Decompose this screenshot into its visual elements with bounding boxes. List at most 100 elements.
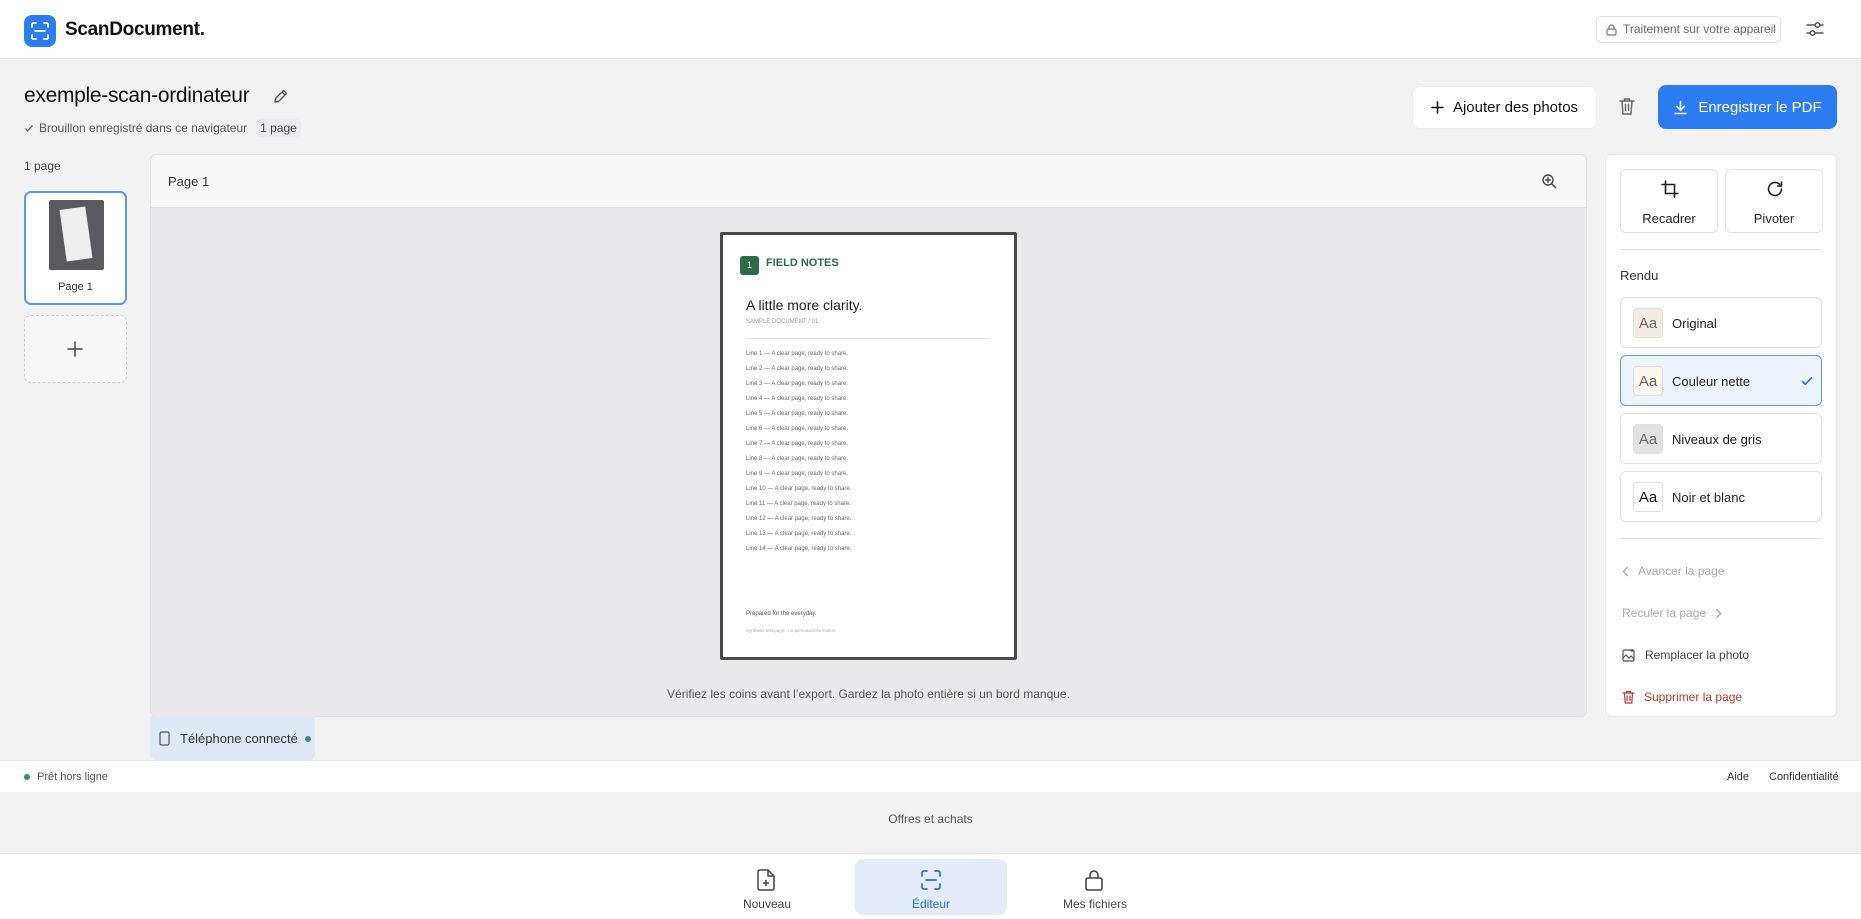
- brand-name: ScanDocument.: [65, 19, 205, 40]
- pencil-edit-icon[interactable]: [273, 88, 289, 109]
- scan-subtitle: SAMPLE DOCUMENT / 01: [746, 319, 819, 325]
- check-icon: [1801, 376, 1813, 386]
- new-document-icon: [757, 869, 775, 891]
- save-pdf-button[interactable]: Enregistrer le PDF: [1658, 85, 1837, 129]
- chevron-left-icon: [1622, 566, 1629, 576]
- tools-panel: Recadrer Pivoter Rendu Aa Original Aa Co…: [1605, 154, 1837, 717]
- phone-icon: [159, 731, 170, 746]
- scan-line: Line 2 — A clear page, ready to share.: [746, 366, 849, 372]
- connection-status-dot: [305, 736, 311, 742]
- add-photos-button[interactable]: Ajouter des photos: [1412, 86, 1597, 129]
- scan-line: Line 12 — A clear page, ready to share.: [746, 516, 852, 522]
- save-pdf-label: Enregistrer le PDF: [1698, 98, 1822, 116]
- render-preview-swatch: Aa: [1633, 366, 1663, 396]
- render-option-label: Couleur nette: [1672, 374, 1751, 389]
- phone-connected-label: Téléphone connecté: [180, 731, 298, 746]
- nav-new[interactable]: Nouveau: [691, 859, 843, 915]
- scan-frame-icon: [921, 870, 941, 890]
- scan-line: Line 1 — A clear page, ready to share.: [746, 351, 849, 357]
- page-thumbnail-label: Page 1: [58, 281, 93, 293]
- nav-new-label: Nouveau: [742, 897, 792, 911]
- rotate-label: Pivoter: [1753, 211, 1795, 226]
- scan-footer: Prepared for the everyday.: [746, 611, 817, 617]
- device-badge-text: Traitement sur votre appareil: [1623, 22, 1776, 36]
- offline-ready-status: Prêt hors ligne: [37, 771, 108, 783]
- scan-line: Line 14 — A clear page, ready to share.: [746, 546, 852, 552]
- trash-icon[interactable]: [1618, 96, 1638, 118]
- move-page-back-button[interactable]: Reculer la page: [1622, 606, 1731, 620]
- render-option-original[interactable]: Aa Original: [1620, 297, 1822, 348]
- render-option-label: Original: [1672, 316, 1717, 331]
- scan-line: Line 7 — A clear page, ready to share.: [746, 441, 849, 447]
- render-preview-swatch: Aa: [1633, 424, 1663, 454]
- nav-my-files-label: Mes fichiers: [1062, 897, 1127, 911]
- render-option-grayscale[interactable]: Aa Niveaux de gris: [1620, 413, 1822, 464]
- nav-my-files[interactable]: Mes fichiers: [1019, 859, 1171, 915]
- render-option-label: Niveaux de gris: [1672, 432, 1762, 447]
- plus-icon: [67, 341, 83, 357]
- page-count-pill: 1 page: [256, 119, 301, 137]
- add-page-button[interactable]: [24, 315, 127, 383]
- replace-photo-label: Remplacer la photo: [1645, 648, 1750, 662]
- render-option-sharp-color[interactable]: Aa Couleur nette: [1620, 355, 1822, 406]
- nav-editor[interactable]: Éditeur: [855, 859, 1007, 915]
- delete-page-label: Supprimer la page: [1644, 690, 1743, 704]
- page-thumbnail[interactable]: Page 1: [24, 191, 127, 305]
- nav-editor-label: Éditeur: [911, 897, 951, 911]
- check-icon: [25, 125, 34, 132]
- scan-logo-icon: [24, 15, 56, 47]
- crop-icon: [1661, 180, 1679, 198]
- phone-connected-chip[interactable]: Téléphone connecté: [150, 716, 315, 760]
- render-section-title: Rendu: [1620, 268, 1659, 283]
- crop-button[interactable]: Recadrer: [1620, 169, 1718, 233]
- scan-heading: A little more clarity.: [746, 297, 863, 313]
- chevron-right-icon: [1716, 608, 1722, 618]
- zoom-in-icon[interactable]: [1541, 173, 1557, 194]
- scan-footnote: Synthetic test page · no personal inform…: [746, 628, 836, 633]
- draft-status-text: Brouillon enregistré dans ce navigateur: [39, 121, 248, 135]
- plus-icon: [1431, 101, 1444, 114]
- privacy-link[interactable]: Confidentialité: [1769, 771, 1839, 783]
- scan-divider: [746, 338, 990, 339]
- scan-line: Line 6 — A clear page, ready to share.: [746, 426, 849, 432]
- render-preview-swatch: Aa: [1633, 308, 1663, 338]
- scan-line: Line 5 — A clear page, ready to share.: [746, 411, 849, 417]
- status-bar: Prêt hors ligne Aide Confidentialité: [0, 760, 1861, 792]
- delete-page-button[interactable]: Supprimer la page: [1622, 690, 1742, 704]
- move-page-back-label: Reculer la page: [1622, 606, 1707, 620]
- draft-status: Brouillon enregistré dans ce navigateur …: [24, 119, 301, 137]
- device-processing-badge: Traitement sur votre appareil: [1596, 16, 1781, 43]
- move-page-forward-button[interactable]: Avancer la page: [1622, 564, 1725, 578]
- scan-kicker: FIELD NOTES: [766, 257, 839, 269]
- scan-number-badge: 1: [740, 256, 759, 275]
- render-option-label: Noir et blanc: [1672, 490, 1745, 505]
- lock-icon: [1606, 24, 1617, 36]
- pages-count: 1 page: [24, 159, 61, 173]
- rotate-icon: [1767, 181, 1783, 197]
- download-icon: [1674, 100, 1688, 114]
- image-replace-icon: [1622, 649, 1635, 662]
- scan-line: Line 11 — A clear page, ready to share.: [746, 501, 851, 507]
- bottom-navigation: Nouveau Éditeur Mes fichiers: [0, 853, 1861, 919]
- trash-icon: [1622, 690, 1635, 704]
- scan-line: Line 4 — A clear page, ready to share.: [746, 396, 849, 402]
- add-photos-label: Ajouter des photos: [1452, 99, 1579, 116]
- scan-line: Line 3 — A clear page, ready to share.: [746, 381, 849, 387]
- app-header: ScanDocument. Traitement sur votre appar…: [0, 0, 1861, 59]
- replace-photo-button[interactable]: Remplacer la photo: [1622, 648, 1749, 662]
- document-title: exemple-scan-ordinateur: [24, 84, 250, 107]
- rotate-button[interactable]: Pivoter: [1725, 169, 1823, 233]
- lock-icon: [1085, 870, 1103, 891]
- help-link[interactable]: Aide: [1727, 771, 1749, 783]
- offers-link[interactable]: Offres et achats: [0, 812, 1861, 826]
- page-thumbnail-image: [49, 200, 104, 270]
- scan-line: Line 10 — A clear page, ready to share.: [746, 486, 852, 492]
- editor-header: Page 1: [151, 155, 1586, 208]
- editor-hint: Vérifiez les coins avant l’export. Garde…: [667, 687, 1070, 701]
- settings-sliders-icon[interactable]: [1805, 19, 1827, 41]
- move-page-forward-label: Avancer la page: [1638, 564, 1725, 578]
- render-preview-swatch: Aa: [1633, 482, 1663, 512]
- render-option-black-white[interactable]: Aa Noir et blanc: [1620, 471, 1822, 522]
- scan-line: Line 8 — A clear page, ready to share.: [746, 456, 849, 462]
- online-status-dot: [24, 774, 30, 780]
